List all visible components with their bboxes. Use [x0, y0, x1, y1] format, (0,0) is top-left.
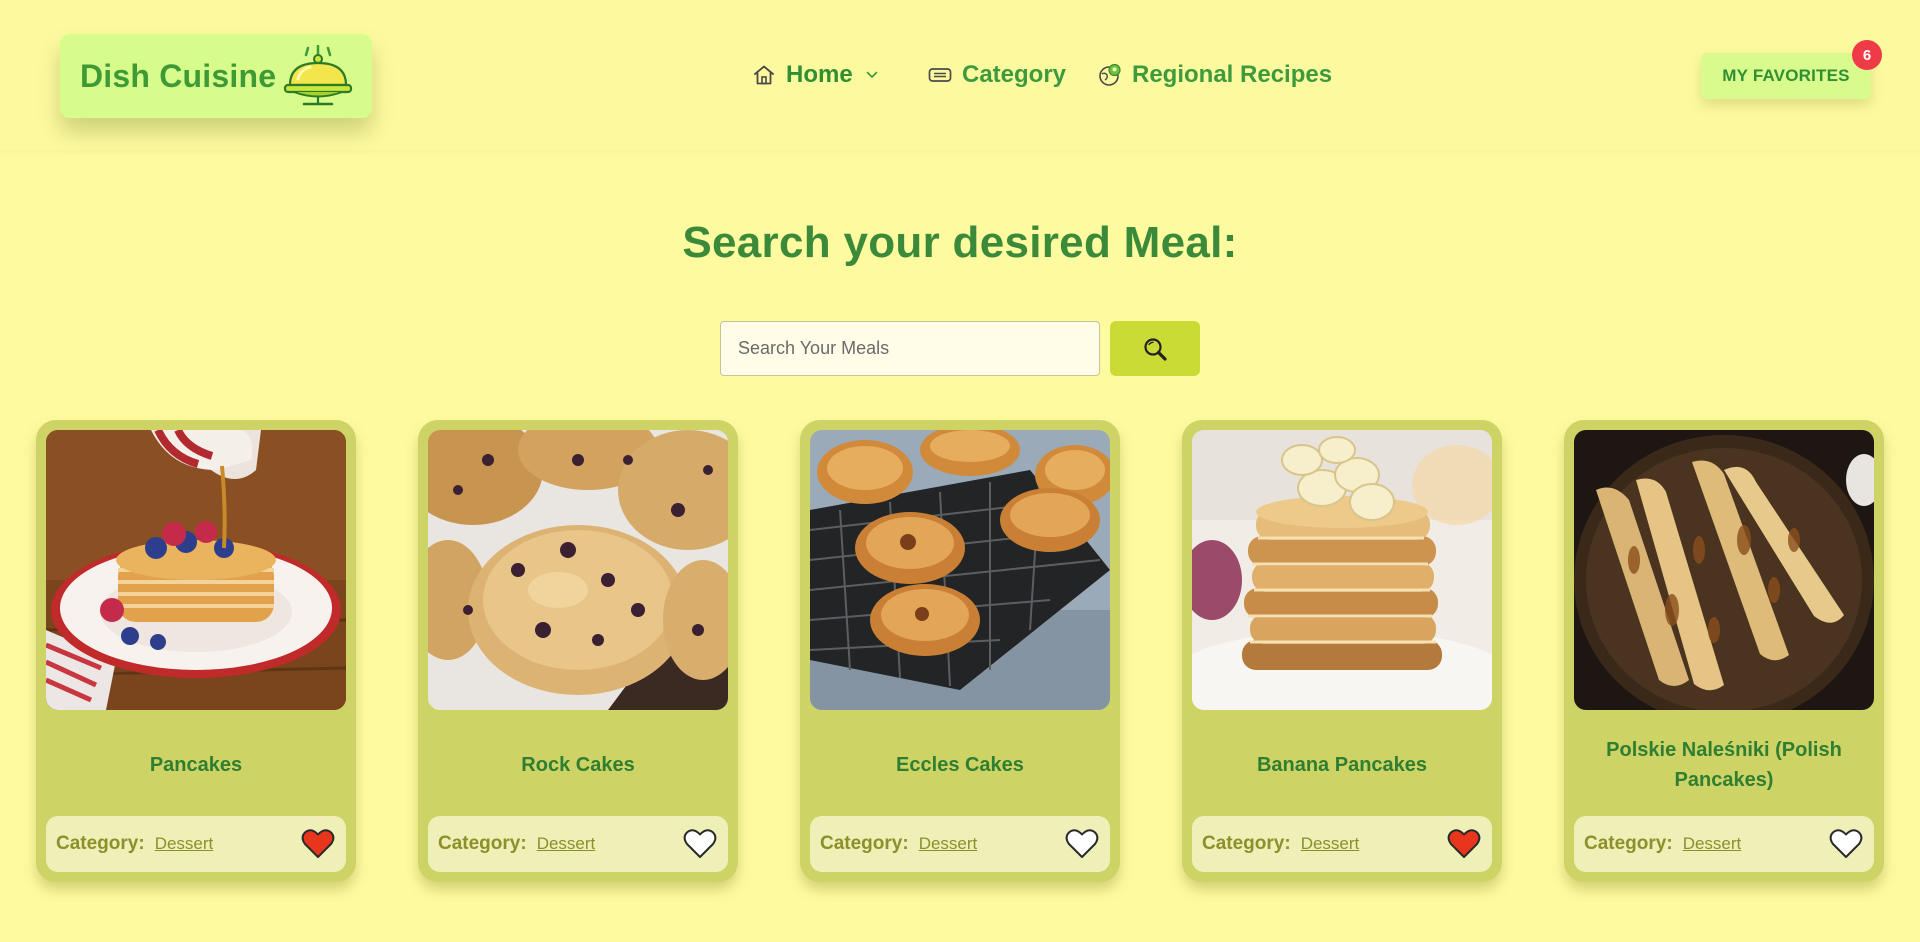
meal-card[interactable]: Pancakes Category: Dessert	[36, 420, 356, 882]
pancakes-photo	[46, 430, 346, 710]
category-label: Category:	[438, 833, 527, 854]
my-favorites-button[interactable]: MY FAVORITES	[1701, 53, 1871, 99]
category-label: Category:	[56, 833, 145, 854]
nav-home[interactable]: Home	[752, 58, 879, 92]
meal-title[interactable]: Banana Pancakes	[1202, 728, 1482, 802]
search-icon	[1144, 337, 1167, 361]
meal-title[interactable]: Pancakes	[56, 728, 336, 802]
rock-cakes-photo	[428, 430, 728, 710]
meal-card-footer: Category: Dessert	[810, 816, 1110, 872]
nav-regional-recipes[interactable]: Regional Recipes	[1098, 58, 1332, 92]
meal-card-grid: Pancakes Category: Dessert Rock Cakes Ca…	[0, 420, 1920, 882]
globe-icon	[1099, 63, 1121, 86]
favorites-count-badge: 6	[1852, 40, 1882, 70]
eccles-cakes-photo	[810, 430, 1110, 710]
meal-card[interactable]: Eccles Cakes Category: Dessert	[800, 420, 1120, 882]
meal-image-polish-pancakes[interactable]	[1574, 430, 1874, 710]
meal-card[interactable]: Rock Cakes Category: Dessert	[418, 420, 738, 882]
category-link[interactable]: Dessert	[537, 834, 596, 854]
search-heading: Search your desired Meal:	[682, 218, 1238, 267]
meal-image-rock-cakes[interactable]	[428, 430, 728, 710]
meal-card-footer: Category: Dessert	[1192, 816, 1492, 872]
search-input[interactable]	[720, 321, 1100, 376]
meal-image-eccles-cakes[interactable]	[810, 430, 1110, 710]
nav-home-label: Home	[786, 61, 853, 88]
logo[interactable]: Dish Cuisine	[60, 34, 372, 118]
category-link[interactable]: Dessert	[1683, 834, 1742, 854]
category-link[interactable]: Dessert	[155, 834, 214, 854]
nav-category-label: Category	[962, 61, 1067, 88]
heart-filled-icon[interactable]	[301, 828, 335, 860]
meal-card[interactable]: Polskie Naleśniki (Polish Pancakes) Cate…	[1564, 420, 1884, 882]
meal-card-footer: Category: Dessert	[46, 816, 346, 872]
nav-category[interactable]: Category	[928, 58, 1066, 92]
category-icon	[928, 68, 952, 82]
chevron-down-icon	[866, 71, 877, 78]
category-link[interactable]: Dessert	[1301, 834, 1360, 854]
meal-card-footer: Category: Dessert	[428, 816, 728, 872]
polish-pancakes-photo	[1574, 430, 1874, 710]
meal-title[interactable]: Rock Cakes	[438, 728, 718, 802]
home-icon	[754, 65, 774, 85]
meal-card[interactable]: Banana Pancakes Category: Dessert	[1182, 420, 1502, 882]
banana-pancakes-photo	[1192, 430, 1492, 710]
meal-title[interactable]: Polskie Naleśniki (Polish Pancakes)	[1584, 728, 1864, 802]
heart-outline-icon[interactable]	[683, 828, 717, 860]
category-label: Category:	[1584, 833, 1673, 854]
logo-text: Dish Cuisine	[80, 57, 277, 94]
category-link[interactable]: Dessert	[919, 834, 978, 854]
meal-title[interactable]: Eccles Cakes	[820, 728, 1100, 802]
heart-outline-icon[interactable]	[1829, 828, 1863, 860]
heart-outline-icon[interactable]	[1065, 828, 1099, 860]
category-label: Category:	[820, 833, 909, 854]
nav-regional-recipes-label: Regional Recipes	[1132, 61, 1333, 88]
meal-card-footer: Category: Dessert	[1574, 816, 1874, 872]
cloche-icon	[283, 45, 353, 106]
meal-image-banana-pancakes[interactable]	[1192, 430, 1492, 710]
heart-filled-icon[interactable]	[1447, 828, 1481, 860]
search-button[interactable]	[1110, 321, 1200, 376]
category-label: Category:	[1202, 833, 1291, 854]
site-header: Dish Cuisine Home Category Regional Reci…	[0, 0, 1920, 150]
meal-image-pancakes[interactable]	[46, 430, 346, 710]
